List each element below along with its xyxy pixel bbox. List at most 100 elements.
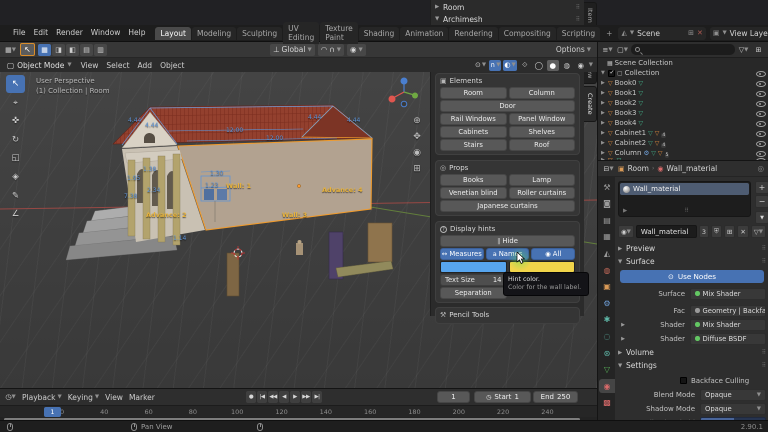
expanded-arrow-icon[interactable]: ▼ <box>601 70 606 76</box>
ortho-toggle-icon[interactable]: ⊞ <box>410 162 424 175</box>
cabinets-button[interactable]: Cabinets <box>440 126 507 138</box>
zoom-icon[interactable]: ⊕ <box>410 114 424 127</box>
material-shading-icon[interactable]: ◍ <box>561 60 573 71</box>
modifiers-tab-icon[interactable]: ⚙ <box>599 296 615 310</box>
editor-type-icon[interactable]: ⊟ ▼ <box>602 163 615 175</box>
slot-specials-button[interactable]: ▼ <box>755 211 768 224</box>
preview-section[interactable]: ▶ Preview ⠿ <box>618 243 766 254</box>
constraints-tab-icon[interactable]: ⊛ <box>599 346 615 360</box>
volume-section[interactable]: ▶ Volume ⠿ <box>618 347 766 358</box>
tab-shading[interactable]: Shading <box>358 26 400 40</box>
mode-dropdown[interactable]: ▢ Object Mode ▼ <box>4 61 75 70</box>
eye-icon[interactable] <box>756 129 766 137</box>
render-tab-icon[interactable]: ◙ <box>599 197 615 211</box>
expand-arrow-icon[interactable]: ▶ <box>601 120 606 126</box>
physics-tab-icon[interactable]: ◌ <box>599 329 615 343</box>
measure-tool[interactable]: ∠ <box>8 207 23 222</box>
outliner-row[interactable]: ▶ ▽ Book0 ▽ <box>598 78 768 88</box>
record-button[interactable]: ● <box>246 391 256 403</box>
rail-windows-button[interactable]: Rail Windows <box>440 113 507 125</box>
expand-arrow-icon[interactable]: ▶ <box>601 110 606 116</box>
filter-collection-icon[interactable]: ≡ ▼ <box>601 44 614 56</box>
fake-user-shield-icon[interactable]: ⛨ <box>710 225 722 238</box>
viewport-menu-view[interactable]: View <box>77 61 103 70</box>
view-layer-name[interactable]: View Layer <box>730 29 768 38</box>
collection-checkbox[interactable] <box>608 69 615 77</box>
measures-toggle-button[interactable]: ↔ Measures <box>440 248 484 260</box>
outliner-row[interactable]: ▶ ▽ Book1 ▽ <box>598 88 768 98</box>
tab-animation[interactable]: Animation <box>400 26 449 40</box>
outliner-row[interactable]: ▶ ▽ Book3 ▽ <box>598 108 768 118</box>
eye-icon[interactable] <box>756 99 766 107</box>
breadcrumb-material[interactable]: Wall_material <box>667 164 718 173</box>
expand-arrow-icon[interactable]: ▶ <box>601 90 606 96</box>
new-collection-icon[interactable]: ⊞ <box>752 44 765 56</box>
parents-toggle-icon[interactable]: ▥ <box>94 43 107 56</box>
tab-rendering[interactable]: Rendering <box>449 26 498 40</box>
tab-modeling[interactable]: Modeling <box>191 26 237 40</box>
rotate-tool[interactable]: ↻ <box>8 132 23 147</box>
tab-layout[interactable]: Layout <box>155 26 191 40</box>
annotate-tool[interactable]: ✎ <box>8 188 23 203</box>
delete-scene-icon[interactable]: ✕ <box>697 29 703 37</box>
jump-start-button[interactable]: |◀ <box>257 391 267 403</box>
lamp-button[interactable]: Lamp <box>508 174 575 186</box>
rotations-toggle-icon[interactable]: ◧ <box>66 43 79 56</box>
new-scene-icon[interactable]: ⊞ <box>688 29 694 37</box>
expand-arrow-icon[interactable]: ▶ <box>601 140 606 146</box>
filter-funnel-icon[interactable]: ▽ ▼ <box>737 44 750 56</box>
eye-icon[interactable] <box>756 109 766 117</box>
frame-end-field[interactable]: End 250 <box>533 391 578 403</box>
viewport-menu-object[interactable]: Object <box>156 61 188 70</box>
panel-drag-dots[interactable]: ⠿ <box>576 16 580 23</box>
sidebar-tab-create[interactable]: Create <box>584 86 597 122</box>
outliner-row[interactable]: ▶ ▽ Column ⚙ ▽ ▽ 5 <box>598 148 768 158</box>
particles-tab-icon[interactable]: ✱ <box>599 313 615 327</box>
active-tool-badge[interactable]: ↖ <box>6 75 25 93</box>
browse-material-icon[interactable]: ◉ ▼ <box>618 225 634 238</box>
use-nodes-button[interactable]: ⊙ Use Nodes <box>620 270 764 283</box>
scene-name[interactable]: Scene <box>637 29 685 38</box>
blend-mode-dropdown[interactable]: Opaque ▼ <box>700 388 766 401</box>
door-button[interactable]: Door <box>440 100 575 112</box>
expand-arrow-icon[interactable]: ▶ <box>601 80 606 86</box>
expand-arrow-icon[interactable]: ▶ <box>601 130 606 136</box>
scene-tab-icon[interactable]: ◭ <box>599 246 615 260</box>
expand-arrow-icon[interactable]: ▶ <box>601 150 606 156</box>
playhead[interactable]: 1 <box>44 407 61 417</box>
output-tab-icon[interactable]: ▤ <box>599 213 615 227</box>
options-button[interactable]: Options ▼ <box>556 45 593 54</box>
eye-icon[interactable] <box>756 119 766 127</box>
orientation-dropdown[interactable]: ⊥ Global ▼ <box>270 43 315 56</box>
play-reverse-button[interactable]: ◀ <box>279 391 289 403</box>
add-workspace-button[interactable]: + <box>601 27 617 40</box>
shadow-mode-dropdown[interactable]: Opaque ▼ <box>700 402 766 415</box>
editor-type-icon[interactable]: ▦ ▼ <box>4 44 17 56</box>
tab-sculpting[interactable]: Sculpting <box>237 26 283 40</box>
column-button[interactable]: Column <box>508 87 575 99</box>
japanese-curtains-button[interactable]: Japanese curtains <box>440 200 575 212</box>
timeline-menu-playback[interactable]: Playback ▼ <box>19 393 65 402</box>
view-layer-selector[interactable]: ▣▼ View Layer ⊞✕ <box>709 26 768 40</box>
current-frame-field[interactable]: 1 <box>437 391 470 403</box>
shader-row-field[interactable]: Geometry | Backfacing <box>690 304 766 317</box>
outliner-row[interactable]: ▶ ▽ Cabinet2 ▽ ▽ 4 <box>598 138 768 148</box>
outliner-row-collection[interactable]: ▼ ▢ Collection <box>598 68 768 78</box>
axis-gizmo[interactable] <box>388 76 422 108</box>
prev-keyframe-button[interactable]: ◀◀ <box>268 391 278 403</box>
eye-icon[interactable] <box>756 69 766 77</box>
expand-arrow-icon[interactable]: ▶ <box>618 322 628 328</box>
outliner-row[interactable]: ▶ ▽ Book4 ▽ <box>598 118 768 128</box>
text-size-field[interactable]: Text Size 14 <box>440 274 507 286</box>
solid-shading-icon[interactable]: ● <box>546 59 559 71</box>
tab-scripting[interactable]: Scripting <box>556 26 601 40</box>
wireframe-shading-icon[interactable]: ◯ <box>533 60 545 71</box>
camera-view-icon[interactable]: ◉ <box>410 146 424 159</box>
scales-toggle-icon[interactable]: ▤ <box>80 43 93 56</box>
proportional-edit-group[interactable]: ◉ ▼ <box>347 43 366 56</box>
viewlayer-tab-icon[interactable]: ▦ <box>599 230 615 244</box>
separation-button[interactable]: Separation <box>440 287 507 299</box>
pan-hand-icon[interactable]: ✥ <box>410 130 424 143</box>
snap-magnet-icon[interactable]: ∩ ▼ <box>489 59 502 71</box>
surface-section[interactable]: ▼ Surface ⠿ <box>618 256 766 267</box>
